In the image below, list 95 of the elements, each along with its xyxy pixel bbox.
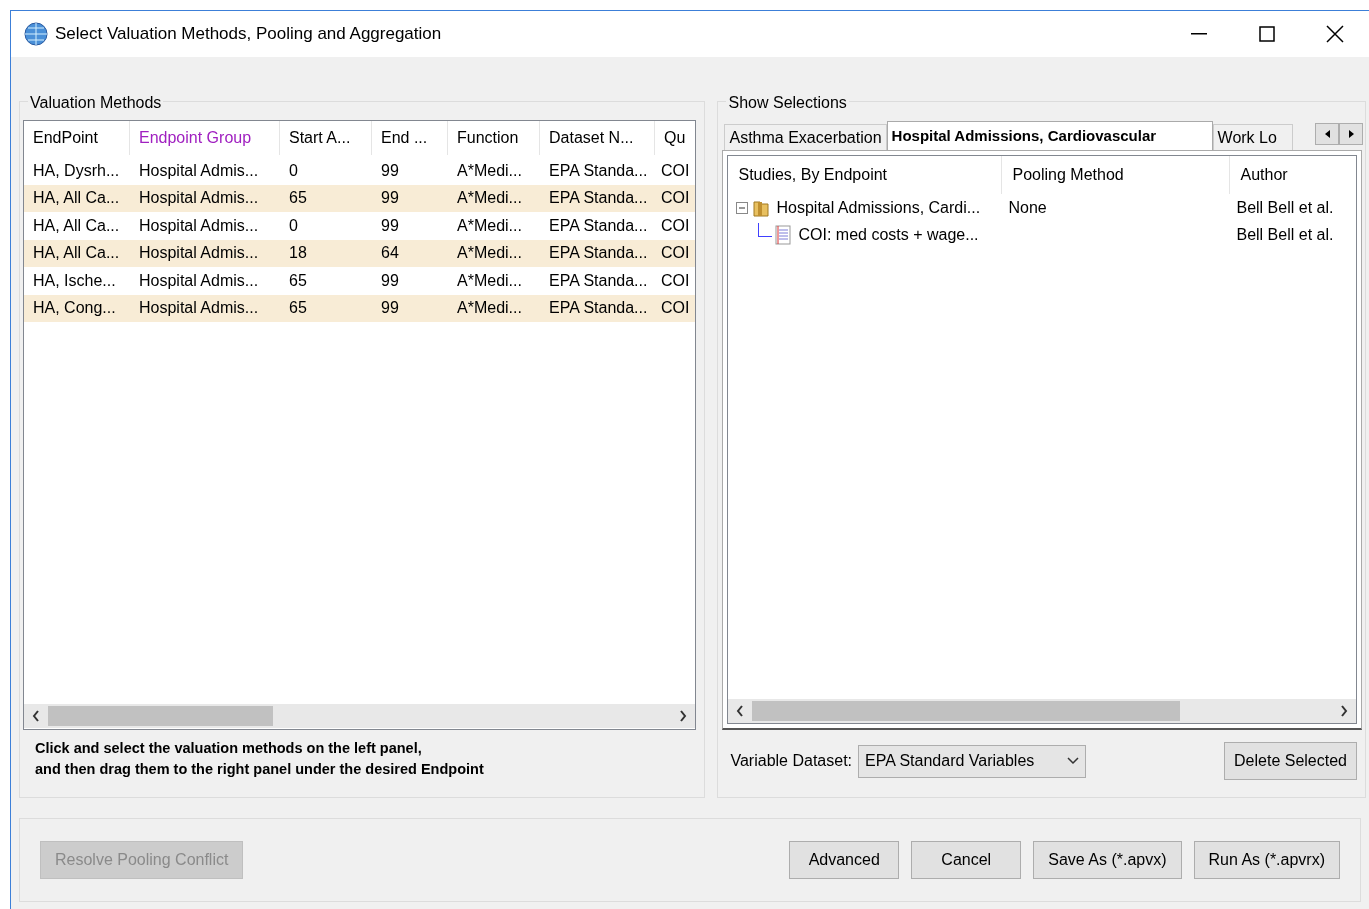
- table-cell-text: A*Medi...: [456, 188, 523, 209]
- table-cell-text: HA, Ische...: [32, 270, 117, 291]
- horizontal-scrollbar[interactable]: [24, 704, 695, 728]
- table-cell-text: EPA Standa...: [548, 270, 649, 291]
- table-cell-text: COI: [660, 243, 691, 264]
- minimize-icon: [1191, 33, 1207, 35]
- table-cell-text: 64: [380, 243, 400, 264]
- close-icon: [1326, 25, 1344, 43]
- horizontal-scrollbar[interactable]: [728, 699, 1357, 723]
- column-header[interactable]: Pooling Method: [1002, 156, 1231, 194]
- table-cell-text: Hospital Admis...: [138, 270, 260, 291]
- table-cell-text: 99: [380, 270, 400, 291]
- table-cell-text: 99: [380, 160, 400, 181]
- column-header[interactable]: Qu: [655, 121, 695, 155]
- tree-row[interactable]: COI: med costs + wage... Bell Bell et al.: [728, 221, 1357, 248]
- table-cell-text: 65: [288, 270, 308, 291]
- table-cell-text: COI: [660, 298, 691, 319]
- table-cell-text: A*Medi...: [456, 243, 523, 264]
- tab[interactable]: Work Lo: [1212, 124, 1293, 150]
- table-cell-text: A*Medi...: [456, 298, 523, 319]
- table-cell-text: A*Medi...: [456, 215, 523, 236]
- table-cell-text: 0: [288, 160, 299, 181]
- column-header[interactable]: Dataset N...: [540, 121, 655, 155]
- tree-row[interactable]: Hospital Admissions, Cardi... None Bell Bell et al.: [728, 194, 1357, 221]
- maximize-icon: [1259, 26, 1275, 42]
- table-cell-text: HA, Dysrh...: [32, 160, 121, 181]
- tree-connector-line: [758, 222, 773, 237]
- table-cell-text: COI: [660, 270, 691, 291]
- table-cell-text: 65: [288, 298, 308, 319]
- scrollbar-thumb[interactable]: [752, 701, 1181, 721]
- tab[interactable]: Asthma Exacerbation: [724, 124, 887, 150]
- table-cell-text: HA, All Ca...: [32, 215, 121, 236]
- table-cell-text: HA, All Ca...: [32, 243, 121, 264]
- author-text: Bell Bell et al.: [1235, 224, 1335, 245]
- scroll-right-icon[interactable]: [1340, 705, 1349, 717]
- table-cell-text: 99: [380, 215, 400, 236]
- chevron-down-icon: [1067, 757, 1080, 765]
- table-cell-text: Hospital Admis...: [138, 298, 260, 319]
- scrollbar-thumb[interactable]: [48, 706, 273, 726]
- window-title: Select Valuation Methods, Pooling and Aggregation: [55, 23, 442, 46]
- column-header[interactable]: Start A...: [280, 121, 372, 155]
- table-cell-text: 99: [380, 188, 400, 209]
- pooling-method-text: None: [1007, 197, 1048, 218]
- collapse-toggle-icon[interactable]: [736, 201, 749, 214]
- variable-dataset-label: Variable Dataset:: [730, 751, 853, 771]
- variable-dataset-dropdown[interactable]: EPA Standard Variables: [858, 744, 1087, 778]
- table-row[interactable]: HA, Cong... Hospital Admis... 65 99 A*Medi... EPA Standa... COI: [24, 294, 695, 322]
- tree-item-label: COI: med costs + wage...: [798, 224, 979, 245]
- tab-scroll-right-button[interactable]: [1339, 123, 1363, 145]
- left-triangle-icon: [1324, 130, 1330, 138]
- table-cell-text: HA, Cong...: [32, 298, 117, 319]
- table-cell-text: 99: [380, 298, 400, 319]
- delete-selected-button[interactable]: Delete Selected: [1224, 742, 1357, 780]
- tab[interactable]: Hospital Admissions, Cardiovascular: [886, 121, 1213, 151]
- table-cell-text: EPA Standa...: [548, 298, 649, 319]
- scroll-left-icon[interactable]: [32, 710, 40, 722]
- globe-icon: [23, 21, 49, 47]
- table-cell-text: A*Medi...: [456, 160, 523, 181]
- footer-button[interactable]: Save As (*.apvx): [1033, 841, 1182, 879]
- instruction-text: and then drag them to the right panel under the desired Endpoint: [35, 760, 484, 779]
- column-header[interactable]: End ...: [372, 121, 448, 155]
- table-cell-text: Hospital Admis...: [138, 188, 260, 209]
- scroll-right-icon[interactable]: [679, 710, 687, 722]
- footer-button[interactable]: Advanced: [789, 841, 900, 879]
- table-cell-text: COI: [660, 188, 691, 209]
- table-cell-text: Hospital Admis...: [138, 215, 260, 236]
- table-cell-text: A*Medi...: [456, 270, 523, 291]
- table-cell-text: EPA Standa...: [548, 160, 649, 181]
- table-cell-text: 18: [288, 243, 308, 264]
- table-cell-text: 65: [288, 188, 308, 209]
- right-triangle-icon: [1348, 130, 1354, 138]
- tree-item-label: Hospital Admissions, Cardi...: [776, 197, 981, 218]
- scroll-left-icon[interactable]: [736, 705, 745, 717]
- table-cell-text: Hospital Admis...: [138, 243, 260, 264]
- table-cell-text: EPA Standa...: [548, 188, 649, 209]
- column-header[interactable]: EndPoint: [24, 121, 130, 155]
- footer-button[interactable]: Cancel: [911, 841, 1022, 879]
- document-icon: [774, 224, 793, 245]
- column-header[interactable]: Endpoint Group: [130, 121, 280, 155]
- table-cell-text: EPA Standa...: [548, 215, 649, 236]
- author-text: Bell Bell et al.: [1235, 197, 1335, 218]
- table-cell-text: HA, All Ca...: [32, 188, 121, 209]
- table-cell-text: COI: [660, 160, 691, 181]
- table-cell-text: 0: [288, 215, 299, 236]
- table-cell-text: COI: [660, 215, 691, 236]
- column-header[interactable]: Function: [448, 121, 540, 155]
- table-row[interactable]: HA, All Ca... Hospital Admis... 65 99 A*Medi... EPA Standa... COI: [24, 184, 695, 212]
- table-cell-text: Hospital Admis...: [138, 160, 260, 181]
- table-cell-text: EPA Standa...: [548, 243, 649, 264]
- tab-scroll-left-button[interactable]: [1315, 123, 1339, 145]
- column-header[interactable]: Studies, By Endpoint: [728, 156, 1003, 194]
- footer-button[interactable]: Run As (*.apvrx): [1193, 841, 1340, 879]
- column-header[interactable]: Author: [1230, 156, 1351, 194]
- instruction-text: Click and select the valuation methods on the left panel,: [35, 739, 423, 758]
- table-row[interactable]: HA, All Ca... Hospital Admis... 18 64 A*Medi... EPA Standa... COI: [24, 239, 695, 267]
